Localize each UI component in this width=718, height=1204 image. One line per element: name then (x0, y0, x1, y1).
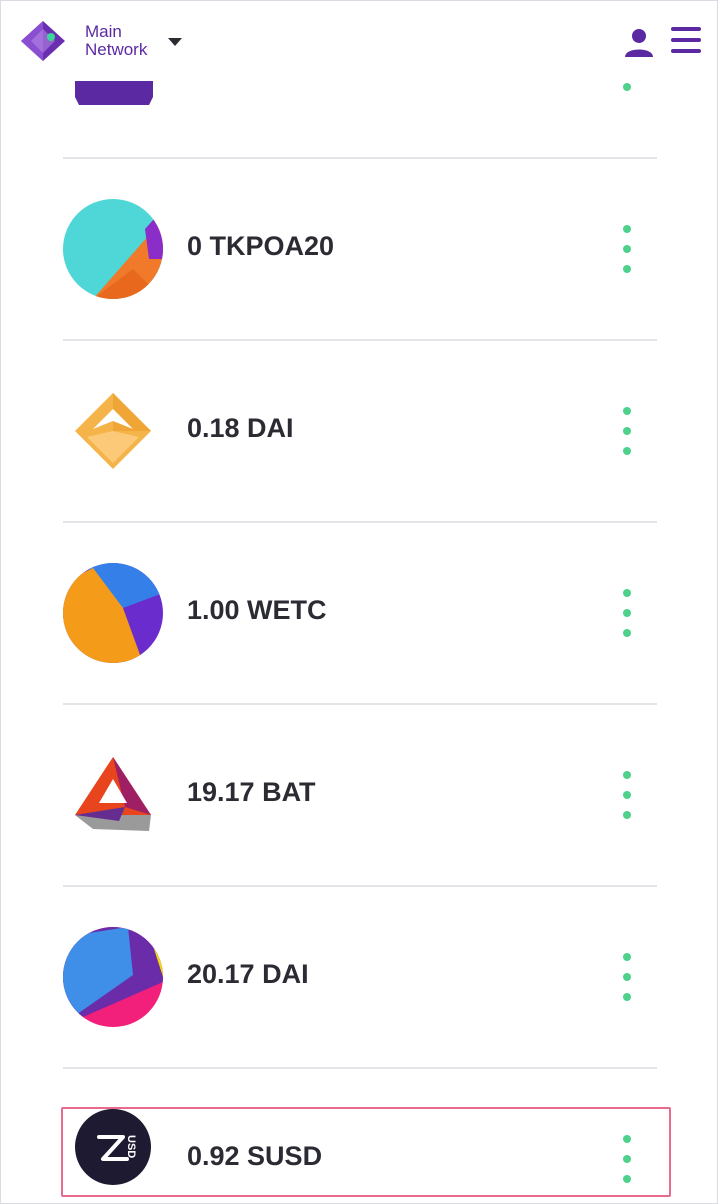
token-more-button-wetc[interactable] (615, 585, 639, 641)
token-more-button-tkpoa20[interactable] (615, 221, 639, 277)
token-row-dai-2[interactable]: 20.17 DAI (63, 911, 657, 1041)
divider (63, 1067, 657, 1069)
divider (63, 339, 657, 341)
dai-token-icon (75, 393, 151, 469)
token-balance-label: 20.17 DAI (187, 959, 309, 989)
token-row-dai[interactable]: 0.18 DAI (63, 365, 657, 495)
network-name: Main Network (85, 23, 165, 59)
token-row-tkpoa20[interactable]: 0 TKPOA20 (63, 183, 657, 313)
hamburger-menu-icon[interactable] (669, 23, 703, 57)
chevron-down-icon (168, 38, 182, 46)
token-more-button-dai-2[interactable] (615, 949, 639, 1005)
divider (63, 157, 657, 159)
partial-item-more-button[interactable] (615, 79, 639, 95)
token-balance-label: 0.92 SUSD (187, 1141, 323, 1171)
token-balance-label: 0.18 DAI (187, 413, 294, 443)
token-row-wetc[interactable]: 1.00 WETC (63, 547, 657, 677)
divider (63, 703, 657, 705)
app-header: Main Network (1, 1, 717, 81)
token-more-button-dai[interactable] (615, 403, 639, 459)
divider (63, 885, 657, 887)
token-row-susd[interactable]: USD 0.92 SUSD (63, 1093, 657, 1201)
network-line-1: Main (85, 22, 122, 41)
network-line-2: Network (85, 40, 148, 59)
user-icon[interactable] (621, 25, 657, 61)
dai-identicon-token-icon (63, 927, 163, 1027)
token-balance-label: 19.17 BAT (187, 777, 316, 807)
divider (63, 521, 657, 523)
token-more-button-susd[interactable] (615, 1131, 639, 1187)
token-balance-label: 0 TKPOA20 (187, 231, 335, 261)
wetc-token-icon (63, 563, 163, 663)
wallet-screen: Main Network 0 TKPOA20 0.18 DAI 1.00 WET… (0, 0, 718, 1204)
token-row-bat[interactable]: 19.17 BAT (63, 729, 657, 859)
susd-token-icon: USD (75, 1109, 151, 1185)
token-more-button-bat[interactable] (615, 767, 639, 823)
token-balance-label: 1.00 WETC (187, 595, 327, 625)
network-selector[interactable]: Main Network (85, 23, 185, 63)
wallet-logo-icon[interactable] (17, 17, 69, 65)
bat-token-icon (75, 757, 151, 831)
susd-icon-text: USD (125, 1135, 137, 1158)
tkpoa20-token-icon (63, 199, 163, 299)
